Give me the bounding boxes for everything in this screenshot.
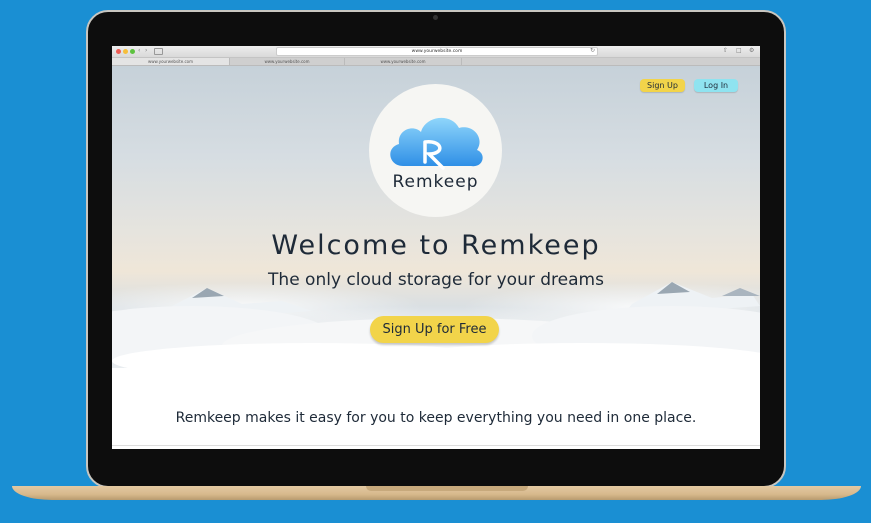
divider <box>112 445 760 446</box>
tab-3[interactable]: www.yourwebsite.com <box>345 58 462 65</box>
cloud-r-icon <box>390 117 483 170</box>
signup-free-button[interactable]: Sign Up for Free <box>370 316 499 343</box>
address-bar[interactable]: www.yourwebsite.com <box>276 47 598 56</box>
tab-2[interactable]: www.yourwebsite.com <box>230 58 345 65</box>
back-arrow-icon[interactable]: ‹ <box>138 47 140 55</box>
tabs-overview-icon[interactable]: □ <box>736 47 742 55</box>
hero-section: Sign Up Log In Remkeep Welcome to Remkee… <box>112 66 760 368</box>
settings-gear-icon[interactable]: ⚙ <box>749 47 754 55</box>
content-section: Remkeep makes it easy for you to keep ev… <box>112 368 760 449</box>
camera-icon <box>433 15 438 20</box>
hero-tagline: The only cloud storage for your dreams <box>268 270 604 290</box>
close-window-button[interactable] <box>116 49 121 54</box>
browser-window: ‹ › ● www.yourwebsite.com ↻ ⇧ □ ⚙ www.yo… <box>112 46 760 449</box>
sidebar-toggle-icon[interactable] <box>154 48 163 55</box>
laptop-notch <box>366 486 528 491</box>
maximize-window-button[interactable] <box>130 49 135 54</box>
share-icon[interactable]: ⇧ <box>723 47 728 55</box>
login-button[interactable]: Log In <box>694 79 738 92</box>
tab-bar: www.yourwebsite.com www.yourwebsite.com … <box>112 58 760 66</box>
laptop-base <box>12 486 861 500</box>
description-text: Remkeep makes it easy for you to keep ev… <box>175 410 697 426</box>
forward-arrow-icon[interactable]: › <box>145 47 147 55</box>
signup-button[interactable]: Sign Up <box>640 79 685 92</box>
minimize-window-button[interactable] <box>123 49 128 54</box>
reload-icon[interactable]: ↻ <box>590 47 595 55</box>
browser-toolbar: ‹ › ● www.yourwebsite.com ↻ ⇧ □ ⚙ <box>112 46 760 58</box>
logo-badge <box>369 84 502 217</box>
logo-wordmark: Remkeep <box>392 172 479 192</box>
page-title: Welcome to Remkeep <box>271 230 601 261</box>
tab-1[interactable]: www.yourwebsite.com <box>112 58 230 65</box>
